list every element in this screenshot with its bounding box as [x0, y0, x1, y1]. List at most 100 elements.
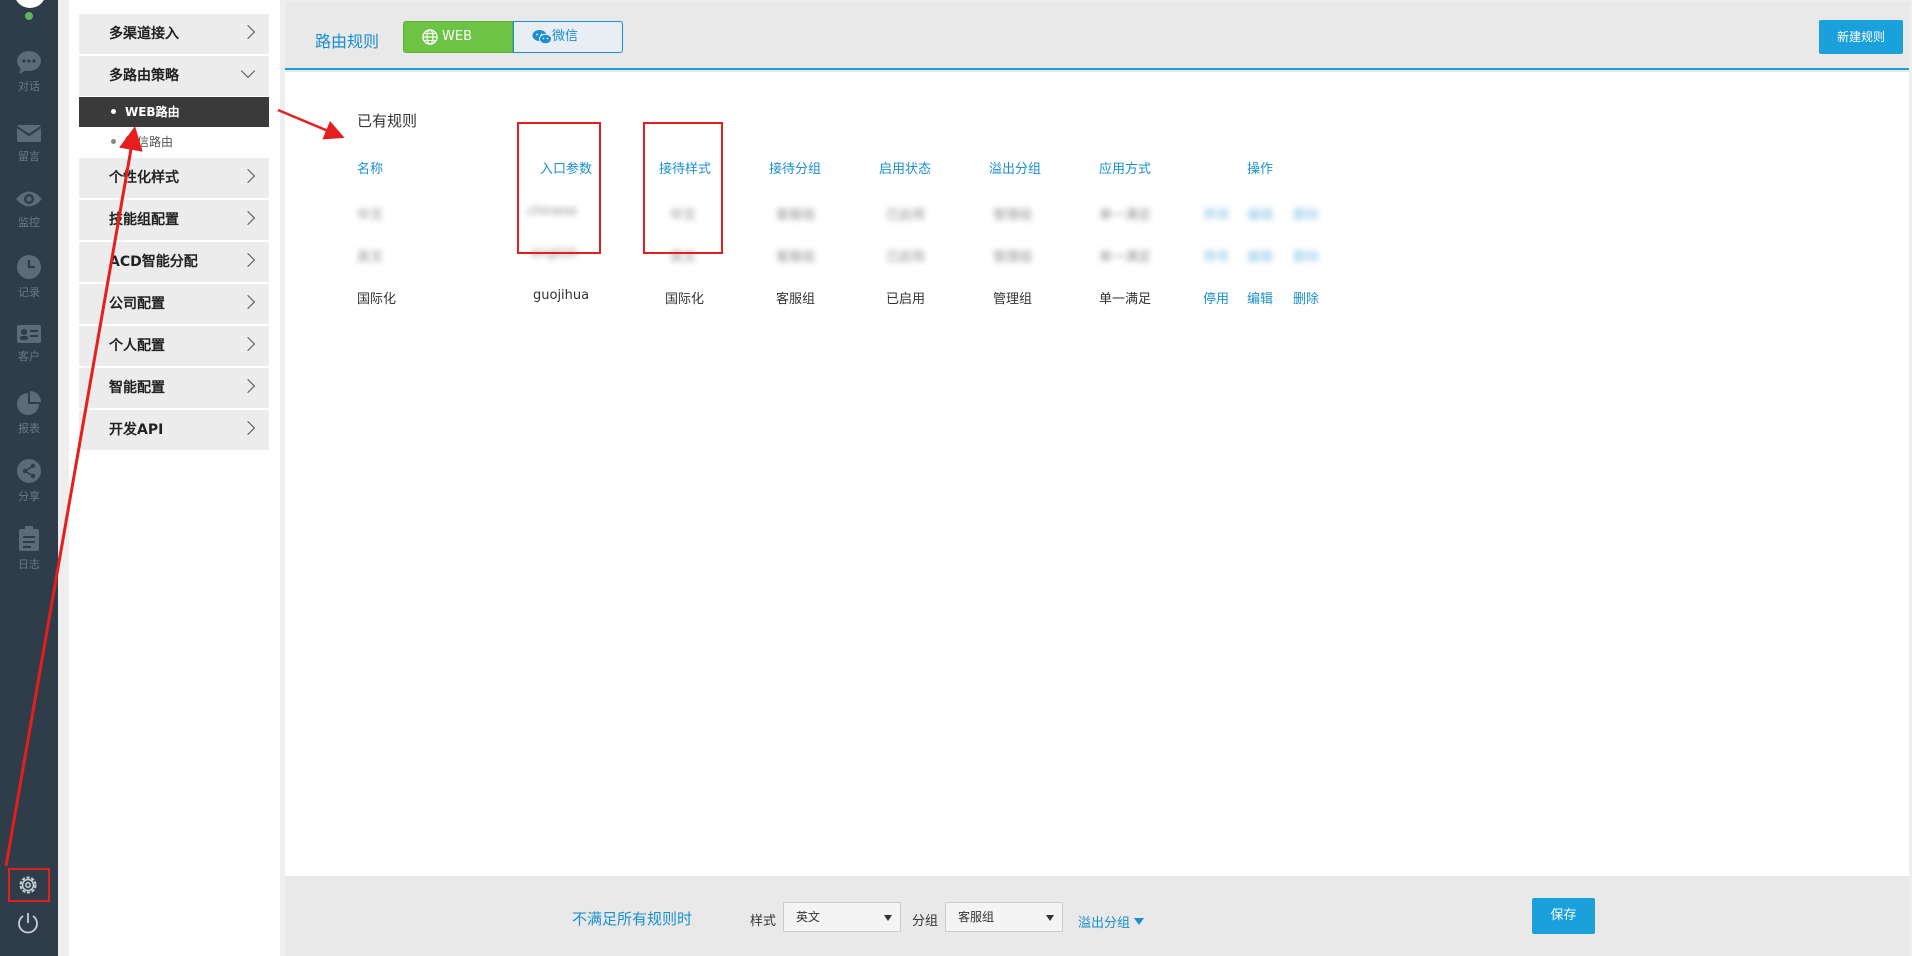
chevron-right-icon [240, 252, 256, 268]
submenu-item-web-routing[interactable]: WEB路由 [79, 97, 269, 127]
table-cell-entry: guojihua [533, 288, 590, 303]
tab-wechat[interactable]: 微信 [513, 21, 623, 53]
table-cell-mode: 单一满足 [1099, 208, 1152, 223]
menu-item-label: 技能组配置 [109, 212, 179, 228]
menu-item-acd[interactable]: ACD智能分配 [79, 242, 269, 282]
menu-item-multichannel[interactable]: 多渠道接入 [79, 14, 269, 54]
menu-item-label: 个性化样式 [109, 170, 179, 186]
group-label: 分组 [912, 914, 939, 929]
column-header-overflow: 溢出分组 [989, 162, 1042, 177]
column-header-group: 接待分组 [769, 162, 822, 177]
overflow-group-link[interactable]: 溢出分组 [1078, 912, 1145, 931]
table-cell-overflow: 管理组 [993, 250, 1033, 265]
overflow-group-label: 溢出分组 [1078, 916, 1131, 931]
fallback-label: 不满足所有规则时 [572, 910, 693, 928]
rail-item-label: 留言 [18, 150, 40, 163]
style-select-value: 英文 [796, 910, 821, 924]
page-title: 路由规则 [315, 32, 380, 51]
power-icon[interactable] [15, 910, 41, 936]
table-cell-overflow: 管理组 [993, 208, 1033, 223]
menu-item-skill-groups[interactable]: 技能组配置 [79, 200, 269, 240]
main-panel: 路由规则 WEB 微信 新建规则 已有规则 名称 入口参数 接待样式 接待分组 … [285, 2, 1909, 956]
menu-item-api[interactable]: 开发API [79, 410, 269, 450]
header-bar: 路由规则 WEB 微信 新建规则 [285, 2, 1909, 70]
menu-item-personal[interactable]: 个人配置 [79, 326, 269, 366]
new-rule-button[interactable]: 新建规则 [1819, 20, 1903, 54]
group-select-value: 客服组 [958, 910, 995, 924]
gear-icon[interactable] [15, 873, 41, 897]
rail-item-label: 客户 [18, 350, 40, 363]
chevron-right-icon [240, 210, 256, 226]
rail-item-reports[interactable]: 报表 [0, 390, 58, 446]
caret-down-icon [1046, 915, 1054, 921]
table-cell-status: 已启用 [886, 208, 926, 223]
submenu-item-wechat-routing[interactable]: 微信路由 [79, 127, 269, 157]
style-select[interactable]: 英文 [783, 902, 901, 932]
rail-item-label: 分享 [18, 490, 40, 503]
rail-item-messages[interactable]: 留言 [0, 122, 58, 178]
tab-label: 微信 [552, 29, 579, 44]
disable-rule-link[interactable]: 停用 [1203, 246, 1229, 265]
globe-icon [422, 29, 438, 45]
menu-item-label: 多渠道接入 [109, 26, 179, 42]
contact-card-icon [17, 325, 41, 343]
triangle-down-icon [1134, 918, 1145, 925]
delete-rule-link[interactable]: 删除 [1293, 246, 1319, 265]
table-cell-overflow: 管理组 [993, 292, 1033, 307]
style-label: 样式 [750, 914, 777, 929]
rail-item-chat[interactable]: 对话 [0, 50, 58, 106]
rail-item-share[interactable]: 分享 [0, 458, 58, 514]
menu-item-routing[interactable]: 多路由策略 [79, 56, 269, 96]
table-cell-name: 国际化 [357, 292, 397, 307]
menu-item-custom-style[interactable]: 个性化样式 [79, 158, 269, 198]
menu-item-label: 多路由策略 [109, 68, 179, 84]
rail-item-label: 报表 [18, 422, 40, 435]
avatar[interactable] [14, 0, 46, 8]
table-cell-group: 客服组 [776, 208, 816, 223]
submenu-item-label: WEB路由 [125, 105, 180, 119]
delete-rule-link[interactable]: 删除 [1293, 204, 1319, 223]
group-select[interactable]: 客服组 [945, 902, 1063, 932]
menu-item-smart[interactable]: 智能配置 [79, 368, 269, 408]
delete-rule-link[interactable]: 删除 [1293, 288, 1319, 307]
table-cell-mode: 单一满足 [1099, 292, 1152, 307]
column-header-status: 启用状态 [879, 162, 932, 177]
chevron-right-icon [240, 420, 256, 436]
chevron-right-icon [240, 168, 256, 184]
chat-icon [17, 51, 41, 74]
table-cell-group: 客服组 [776, 292, 816, 307]
save-button[interactable]: 保存 [1532, 898, 1595, 934]
rail-item-label: 监控 [18, 216, 40, 229]
column-header-actions: 操作 [1247, 162, 1274, 177]
menu-item-company[interactable]: 公司配置 [79, 284, 269, 324]
edit-rule-link[interactable]: 编辑 [1247, 204, 1273, 223]
clock-icon [17, 255, 41, 279]
edit-rule-link[interactable]: 编辑 [1247, 246, 1273, 265]
disable-rule-link[interactable]: 停用 [1203, 288, 1229, 307]
rail-item-label: 对话 [18, 80, 40, 93]
table-cell-group: 客服组 [776, 250, 816, 265]
rail-item-monitor[interactable]: 监控 [0, 188, 58, 244]
menu-item-label: 个人配置 [109, 338, 165, 354]
chevron-right-icon [240, 378, 256, 394]
online-status-icon [24, 11, 34, 21]
eye-icon [16, 191, 42, 207]
rail-item-logs[interactable]: 日志 [0, 526, 58, 582]
table-cell-name: 英文 [357, 250, 384, 265]
icon-rail: 对话 留言 监控 记录 客户 报表 分享 日志 [0, 0, 58, 956]
edit-rule-link[interactable]: 编辑 [1247, 288, 1273, 307]
menu-item-label: ACD智能分配 [109, 254, 198, 270]
mail-icon [16, 125, 42, 142]
menu-item-label: 智能配置 [109, 380, 165, 396]
disable-rule-link[interactable]: 停用 [1203, 204, 1229, 223]
tab-web[interactable]: WEB [403, 21, 513, 53]
section-title: 已有规则 [357, 112, 418, 130]
chevron-right-icon [240, 24, 256, 40]
menu-item-label: 公司配置 [109, 296, 165, 312]
rail-item-records[interactable]: 记录 [0, 254, 58, 310]
table-cell-style: 国际化 [665, 292, 705, 307]
rail-item-customers[interactable]: 客户 [0, 324, 58, 380]
chevron-right-icon [240, 294, 256, 310]
menu-item-label: 开发API [109, 422, 164, 438]
column-header-name: 名称 [357, 162, 384, 177]
